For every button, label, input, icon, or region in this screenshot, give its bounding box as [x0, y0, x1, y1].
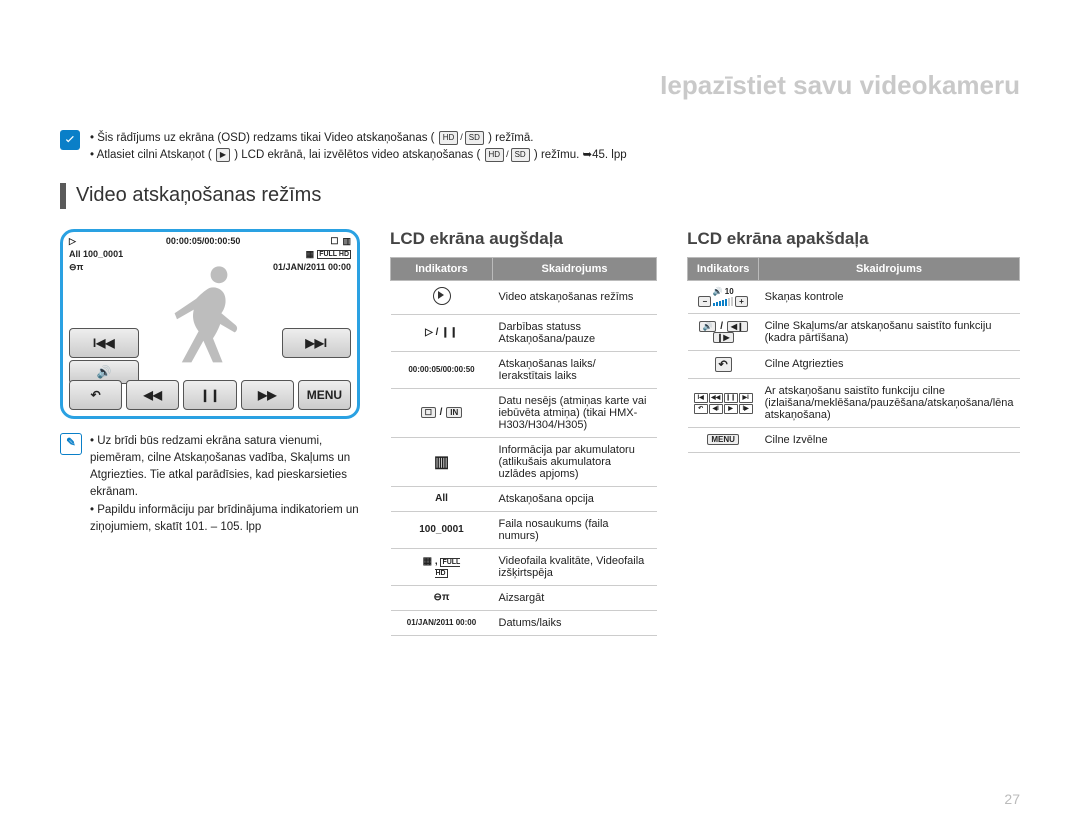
top-note-line1b: ) režīmā. — [488, 132, 533, 144]
right-th-ind: Indikators — [688, 257, 759, 280]
top-note-line2a: Atlasiet cilni Atskaņot ( — [97, 149, 212, 161]
playback-controls-icon: I◀◀◀❙❙▶I ↶◀I▶I▶ — [688, 378, 759, 427]
top-note-text: • Šis rādījums uz ekrāna (OSD) redzams t… — [90, 130, 627, 165]
volume-icon: 🔊 10 − + — [688, 280, 759, 313]
page-title: Iepazīstiet savu videokameru — [660, 70, 1020, 101]
screen-storage-icon: ☐ — [330, 236, 338, 247]
table-row: ▷ / ❙❙ Darbības statuss Atskaņošana/pauz… — [391, 314, 657, 351]
menu-button[interactable]: MENU — [298, 380, 351, 410]
note-p1: Uz brīdi būs redzami ekrāna satura vienu… — [90, 435, 350, 499]
forward-button[interactable]: ▶▶ — [241, 380, 294, 410]
checkmark-icon — [60, 130, 80, 150]
note-icon: ✎ — [60, 433, 82, 455]
storage-icon: ☐ / IN — [391, 388, 493, 437]
screen-full: FULL HD — [317, 250, 351, 259]
right-th-exp: Skaidrojums — [759, 257, 1020, 280]
table-row: Video atskaņošanas režīms — [391, 280, 657, 314]
menu-icon: MENU — [688, 427, 759, 452]
datetime-icon: 01/JAN/2011 00:00 — [391, 610, 493, 635]
top-note-line2c: ) režīmu. ➥45. lpp — [534, 149, 627, 161]
table-row: 🔊 10 − + Skaņas kontrole — [688, 280, 1020, 313]
mid-th-exp: Skaidrojums — [493, 257, 657, 280]
mid-r8: Aizsargāt — [493, 585, 657, 610]
right-subhead: LCD ekrāna apakšdaļa — [687, 229, 1020, 249]
mid-r6: Faila nosaukums (faila numurs) — [493, 511, 657, 548]
time-code-icon: 00:00:05/00:00:50 — [391, 351, 493, 388]
mid-r3: Datu nesējs (atmiņas karte vai iebūvēta … — [493, 388, 657, 437]
play-mode-icon — [433, 287, 451, 305]
table-row: ↶ Cilne Atgriezties — [688, 350, 1020, 378]
right-r0: Skaņas kontrole — [759, 280, 1020, 313]
table-row: All Atskaņošana opcija — [391, 486, 657, 511]
note-text: • Uz brīdi būs redzami ekrāna satura vie… — [90, 433, 360, 537]
filename-icon: 100_0001 — [391, 511, 493, 548]
table-row: 🔊 / ◀❙❙▶ Cilne Skaļums/ar atskaņošanu sa… — [688, 313, 1020, 350]
table-row: ▦ , FULLHD Videofaila kvalitāte, Videofa… — [391, 548, 657, 585]
table-row: ▥ Informācija par akumulatoru (atlikušai… — [391, 437, 657, 486]
mid-r5: Atskaņošana opcija — [493, 486, 657, 511]
right-r3: Ar atskaņošanu saistīto funkciju cilne (… — [759, 378, 1020, 427]
section-title: Video atskaņošanas režīms — [60, 183, 1020, 209]
note-p2: Papildu informāciju par brīdinājuma indi… — [90, 504, 359, 533]
table-row: MENU Cilne Izvēlne — [688, 427, 1020, 452]
spacer — [143, 328, 278, 356]
top-note-line1a: Šis rādījums uz ekrāna (OSD) redzams tik… — [97, 132, 434, 144]
hd-sd-icon: HD/SD — [484, 148, 531, 162]
right-table: Indikators Skaidrojums 🔊 10 − + Skaņas k… — [687, 257, 1020, 453]
mid-r0: Video atskaņošanas režīms — [493, 280, 657, 314]
mid-r2: Atskaņošanas laiks/ Ierakstītais laiks — [493, 351, 657, 388]
top-note-line2b: ) LCD ekrānā, lai izvēlētos video atskaņ… — [234, 149, 480, 161]
screen-play-icon: ▷ — [69, 236, 76, 247]
table-row: ⊖π Aizsargāt — [391, 585, 657, 610]
table-row: 00:00:05/00:00:50 Atskaņošanas laiks/ Ie… — [391, 351, 657, 388]
mid-r1: Darbības statuss Atskaņošana/pauze — [493, 314, 657, 351]
screen-quality-icon: ▦ — [306, 249, 315, 260]
right-r1: Cilne Skaļums/ar atskaņošanu saistīto fu… — [759, 313, 1020, 350]
lcd-preview: ▷ 00:00:05/00:00:50 ☐ ▥ All 100_0001 ▦ F… — [60, 229, 360, 419]
play-tab-icon: ▶ — [215, 148, 231, 162]
screen-datetime: 01/JAN/2011 00:00 — [273, 262, 351, 273]
mid-r9: Datums/laiks — [493, 610, 657, 635]
skip-fwd-button[interactable]: ▶▶I — [282, 328, 352, 358]
return-icon: ↶ — [688, 350, 759, 378]
pause-button[interactable]: ❙❙ — [183, 380, 236, 410]
right-r2: Cilne Atgriezties — [759, 350, 1020, 378]
mid-subhead: LCD ekrāna augšdaļa — [390, 229, 657, 249]
mid-table: Indikators Skaidrojums Video atskaņošana… — [390, 257, 657, 636]
mid-r7: Videofaila kvalitāte, Videofaila izšķirt… — [493, 548, 657, 585]
protect-icon: ⊖π — [391, 585, 493, 610]
quality-icon: ▦ , FULLHD — [391, 548, 493, 585]
screen-filename: 100_0001 — [83, 249, 123, 259]
table-row: ☐ / IN Datu nesējs (atmiņas karte vai ie… — [391, 388, 657, 437]
playback-hd-sd-icon: HD/SD — [438, 131, 485, 145]
play-option-icon: All — [391, 486, 493, 511]
screen-protect-icon: ⊖π — [69, 262, 83, 273]
screen-all: All — [69, 249, 81, 259]
screen-time: 00:00:05/00:00:50 — [166, 236, 241, 246]
play-pause-icon: ▷ / ❙❙ — [391, 314, 493, 351]
table-row: 100_0001 Faila nosaukums (faila numurs) — [391, 511, 657, 548]
rewind-button[interactable]: ◀◀ — [126, 380, 179, 410]
screen-battery-icon: ▥ — [342, 236, 351, 247]
table-row: 01/JAN/2011 00:00 Datums/laiks — [391, 610, 657, 635]
page-number: 27 — [1004, 791, 1020, 807]
mid-th-ind: Indikators — [391, 257, 493, 280]
return-button[interactable]: ↶ — [69, 380, 122, 410]
right-r4: Cilne Izvēlne — [759, 427, 1020, 452]
vol-frame-tab-icon: 🔊 / ◀❙❙▶ — [688, 313, 759, 350]
table-row: I◀◀◀❙❙▶I ↶◀I▶I▶ Ar atskaņošanu saistīto … — [688, 378, 1020, 427]
skip-back-button[interactable]: I◀◀ — [69, 328, 139, 358]
mid-r4: Informācija par akumulatoru (atlikušais … — [493, 437, 657, 486]
battery-icon: ▥ — [391, 437, 493, 486]
